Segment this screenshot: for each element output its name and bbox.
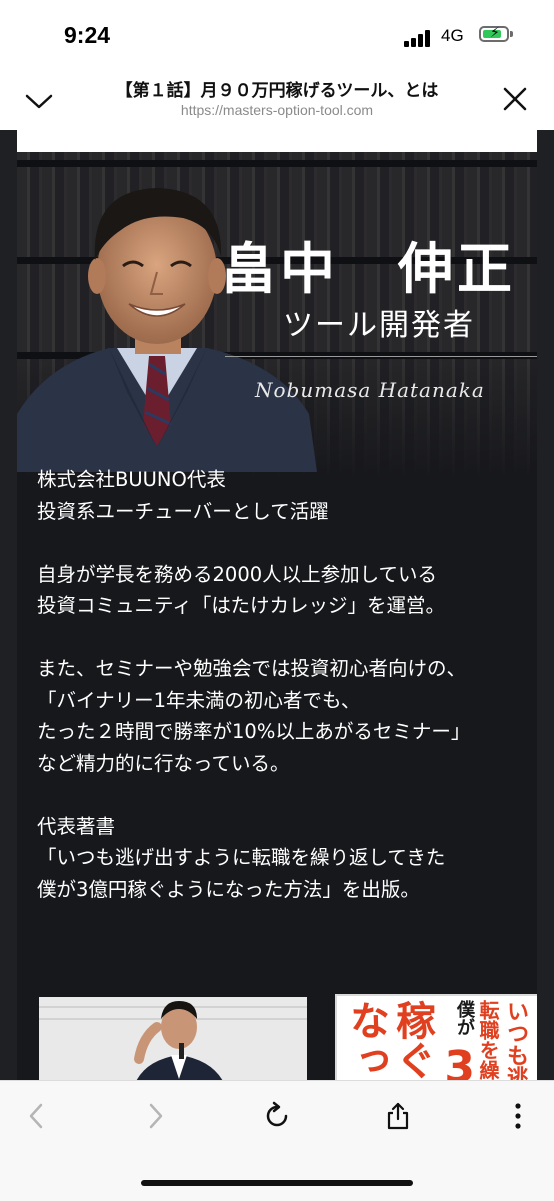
bio-line: 僕が3億円稼ぐようになった方法」を出版。 <box>37 877 420 901</box>
web-content: 畠中 伸正 ツール開発者 Nobumasa Hatanaka 株式会社BUUNO… <box>0 130 554 1080</box>
network-label: 4G <box>441 26 464 45</box>
signal-icon <box>404 29 434 47</box>
portrait-photo <box>17 188 317 472</box>
bio-line: 投資コミュニティ「はたけカレッジ」を運営。 <box>37 594 445 617</box>
book-text-left: 僕が <box>454 1000 475 1036</box>
bio-line: 代表著書 <box>37 814 116 838</box>
forward-icon[interactable] <box>140 1101 170 1131</box>
bio-line: 自身が学長を務める2000人以上参加している <box>37 562 438 586</box>
close-icon[interactable] <box>502 86 528 112</box>
back-icon[interactable] <box>22 1101 52 1131</box>
status-bar: 9:24 4G ⚡ <box>0 0 554 72</box>
more-icon[interactable] <box>503 1101 533 1131</box>
profile-role: ツール開発者 <box>283 308 475 343</box>
bio-line: 投資系ユーチューバーとして活躍 <box>37 499 329 523</box>
bio-line: 「いつも逃げ出すように転職を繰り返してきた <box>37 846 446 869</box>
book-text-right: いつも逃 <box>503 1000 528 1080</box>
battery-charging-icon: ⚡ <box>479 25 509 42</box>
profile-bio: 株式会社BUUNO代表 投資系ユーチューバーとして活躍 自身が学長を務める200… <box>37 464 527 905</box>
bio-line: たった２時間で勝率が10%以上あがるセミナー」 <box>37 720 471 743</box>
profile-romaji: Nobumasa Hatanaka <box>255 378 485 402</box>
book-text-mid: 転職を繰 <box>476 1000 500 1080</box>
profile-name: 畠中 伸正 <box>221 236 517 301</box>
content-top-strip <box>17 130 537 152</box>
browser-header: 【第１話】月９０万円稼げるツール、とは https://masters-opti… <box>0 72 554 130</box>
status-time: 9:24 <box>64 22 111 48</box>
profile-hero: 畠中 伸正 ツール開発者 Nobumasa Hatanaka 株式会社BUUNO… <box>17 152 537 1080</box>
divider <box>225 356 537 357</box>
bio-line: など精力的に行なっている。 <box>37 751 290 775</box>
page-url[interactable]: https://masters-option-tool.com <box>70 102 484 118</box>
seminar-photo <box>39 997 307 1080</box>
book-text-big-right: なった <box>343 1000 389 1080</box>
reload-icon[interactable] <box>262 1101 292 1131</box>
home-indicator[interactable] <box>141 1180 413 1186</box>
bio-line: 株式会社BUUNO代表 <box>37 468 226 491</box>
chevron-down-icon[interactable] <box>24 90 54 112</box>
page-title: 【第１話】月９０万円稼げるツール、とは <box>115 81 439 101</box>
book-number: 3 <box>444 1042 475 1080</box>
battery-tip <box>510 31 513 37</box>
bio-line: 「バイナリー1年未満の初心者でも、 <box>37 688 361 712</box>
book-cover: いつも逃 転職を繰 僕が 3 稼ぐ なった <box>335 994 537 1080</box>
share-icon[interactable] <box>383 1101 413 1131</box>
bio-line: また、セミナーや勉強会では投資初心者向けの、 <box>37 657 467 680</box>
